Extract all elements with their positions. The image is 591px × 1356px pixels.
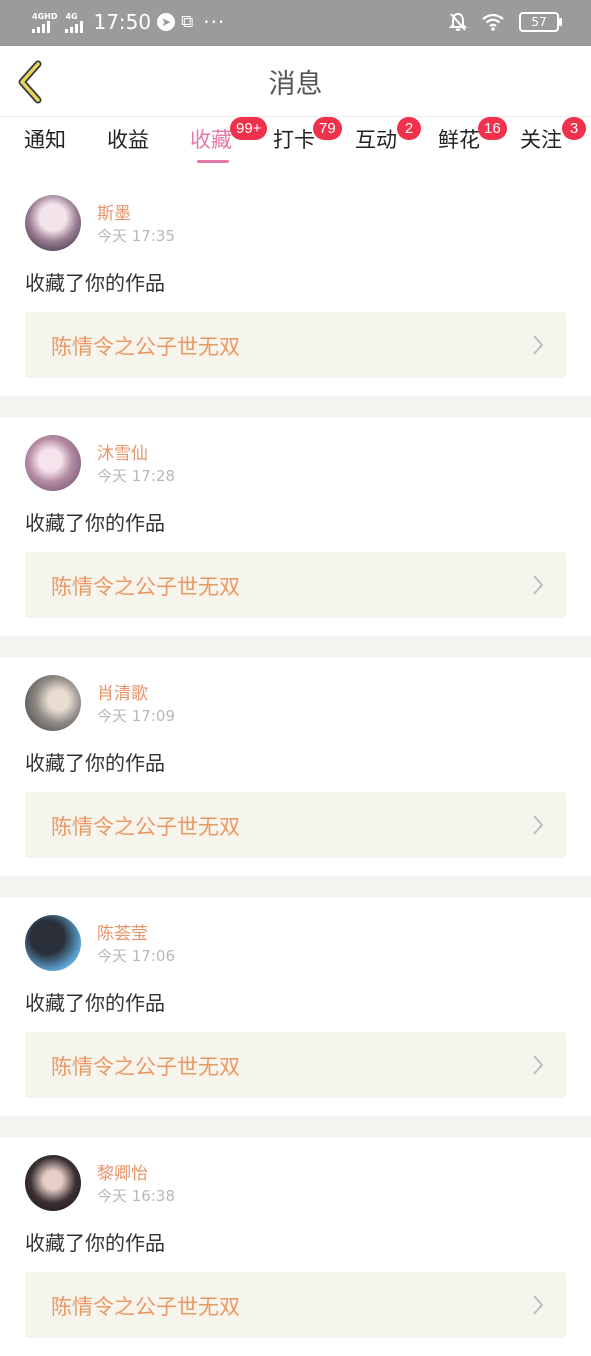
chevron-right-icon (533, 1295, 544, 1315)
compass-icon: ➤ (157, 13, 176, 31)
status-bar: 4GHD 4G 17:50 ➤ ⧉ ··· 57 (0, 0, 591, 46)
work-link[interactable]: 陈情令之公子世无双 (25, 312, 566, 378)
work-title: 陈情令之公子世无双 (51, 815, 240, 839)
action-text: 收藏了你的作品 (25, 751, 165, 775)
work-title: 陈情令之公子世无双 (51, 575, 240, 599)
action-text: 收藏了你的作品 (25, 991, 165, 1015)
divider (0, 876, 591, 898)
avatar[interactable] (25, 195, 81, 251)
timestamp: 今天 16:38 (97, 1187, 175, 1205)
work-title: 陈情令之公子世无双 (51, 1295, 240, 1319)
chevron-right-icon (533, 1055, 544, 1075)
avatar[interactable] (25, 435, 81, 491)
tab-badge: 99+ (230, 117, 268, 140)
tab-label: 通知 (24, 128, 66, 152)
divider (0, 396, 591, 418)
network-label-2: 4G (65, 11, 78, 21)
list-item: 陈荟莹 今天 17:06 收藏了你的作品 陈情令之公子世无双 (0, 898, 591, 1116)
battery-level: 57 (531, 15, 547, 29)
message-list: 斯墨 今天 17:35 收藏了你的作品 陈情令之公子世无双 沐雪仙 今天 17:… (0, 178, 591, 1356)
more-notifications-icon: ··· (203, 10, 226, 34)
avatar[interactable] (25, 915, 81, 971)
avatar[interactable] (25, 1155, 81, 1211)
tab-label: 鲜花 (438, 128, 480, 152)
tab-bar: 通知 收益 收藏 99+ 打卡 79 互动 2 鲜花 16 关注 3 (0, 117, 591, 168)
action-text: 收藏了你的作品 (25, 511, 165, 535)
chevron-right-icon (533, 815, 544, 835)
timestamp: 今天 17:28 (97, 467, 175, 485)
tab-checkin[interactable]: 打卡 79 (273, 117, 342, 154)
tab-badge: 16 (478, 117, 507, 140)
mute-bell-icon (449, 12, 467, 31)
divider (0, 636, 591, 658)
tab-follow[interactable]: 关注 3 (520, 117, 586, 154)
tab-label: 收藏 (190, 128, 232, 152)
clock: 17:50 (93, 10, 152, 34)
network-label-1: 4GHD (32, 11, 58, 21)
chevron-right-icon (533, 335, 544, 355)
signal-icon: 4GHD (32, 12, 57, 33)
action-text: 收藏了你的作品 (25, 1231, 165, 1255)
list-item: 斯墨 今天 17:35 收藏了你的作品 陈情令之公子世无双 (0, 178, 591, 396)
avatar[interactable] (25, 675, 81, 731)
wifi-icon (482, 13, 504, 31)
user-name[interactable]: 斯墨 (97, 199, 131, 224)
list-item: 黎卿怡 今天 16:38 收藏了你的作品 陈情令之公子世无双 (0, 1138, 591, 1356)
battery-indicator: 57 (519, 12, 562, 32)
app-header: 消息 (0, 46, 591, 117)
tab-interaction[interactable]: 互动 2 (355, 117, 421, 154)
page-title: 消息 (268, 69, 323, 100)
tab-badge: 2 (397, 117, 421, 140)
timestamp: 今天 17:09 (97, 707, 175, 725)
work-link[interactable]: 陈情令之公子世无双 (25, 792, 566, 858)
tab-favorites[interactable]: 收藏 99+ (190, 117, 268, 154)
user-name[interactable]: 肖清歌 (97, 679, 148, 704)
tab-flowers[interactable]: 鲜花 16 (438, 117, 507, 154)
divider (0, 1116, 591, 1138)
work-link[interactable]: 陈情令之公子世无双 (25, 1032, 566, 1098)
action-text: 收藏了你的作品 (25, 271, 165, 295)
work-title: 陈情令之公子世无双 (51, 335, 240, 359)
user-name[interactable]: 沐雪仙 (97, 439, 148, 464)
tab-label: 打卡 (273, 128, 315, 152)
tab-label: 互动 (355, 128, 397, 152)
work-title: 陈情令之公子世无双 (51, 1055, 240, 1079)
work-link[interactable]: 陈情令之公子世无双 (25, 1272, 566, 1338)
tab-earnings[interactable]: 收益 (107, 124, 149, 154)
timestamp: 今天 17:06 (97, 947, 175, 965)
list-item: 肖清歌 今天 17:09 收藏了你的作品 陈情令之公子世无双 (0, 658, 591, 876)
tab-label: 关注 (520, 128, 562, 152)
signal-icon-2: 4G (65, 11, 84, 33)
chevron-right-icon (533, 575, 544, 595)
tab-badge: 79 (313, 117, 342, 140)
work-link[interactable]: 陈情令之公子世无双 (25, 552, 566, 618)
tab-badge: 3 (562, 117, 586, 140)
timestamp: 今天 17:35 (97, 227, 175, 245)
screenshot-icon: ⧉ (181, 12, 194, 32)
tab-notify[interactable]: 通知 (24, 124, 66, 154)
tab-label: 收益 (107, 128, 149, 152)
user-name[interactable]: 黎卿怡 (97, 1159, 148, 1184)
list-item: 沐雪仙 今天 17:28 收藏了你的作品 陈情令之公子世无双 (0, 418, 591, 636)
active-tab-indicator (197, 160, 229, 163)
user-name[interactable]: 陈荟莹 (97, 919, 148, 944)
